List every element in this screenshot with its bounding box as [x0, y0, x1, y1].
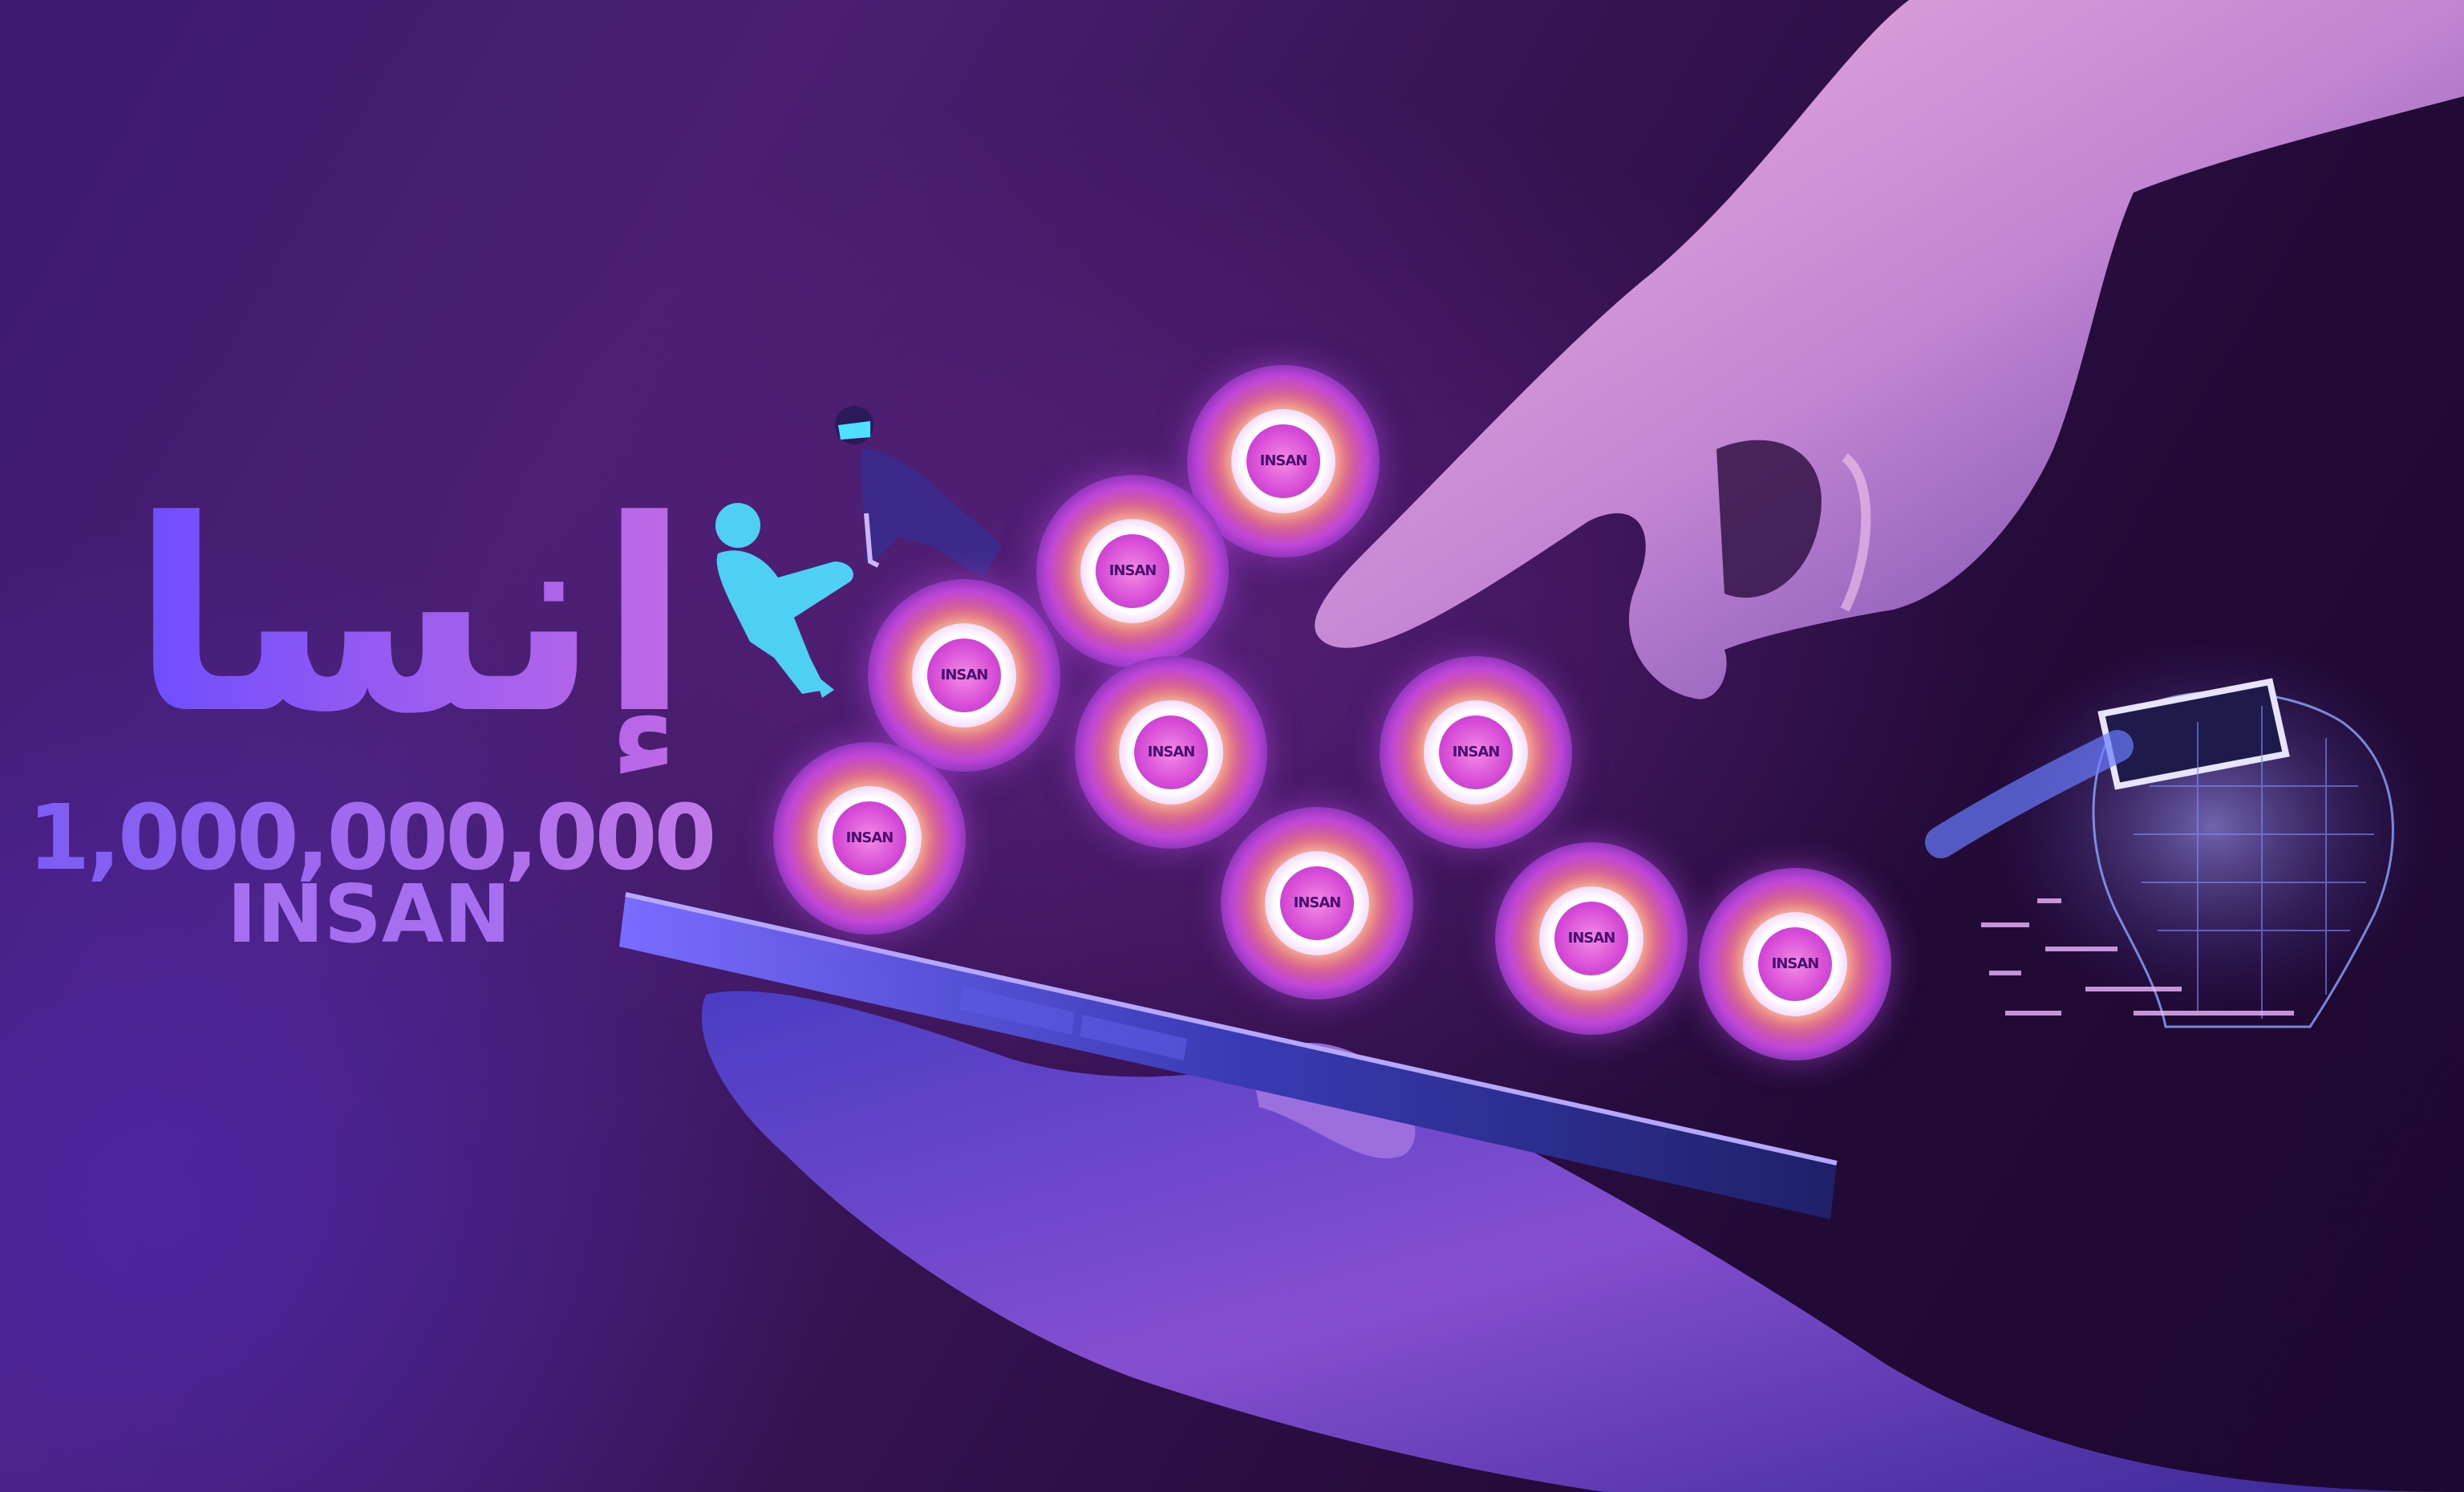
- coin-face: INSAN: [1080, 519, 1185, 623]
- banner-canvas: INSAN INSAN INSAN INSAN INSAN INSAN INSA…: [0, 0, 2464, 1492]
- coin-face: INSAN: [1119, 700, 1223, 805]
- coin-6: INSAN: [773, 742, 966, 935]
- coin-logo: INSAN: [1551, 898, 1631, 979]
- coin-logo: INSAN: [1131, 712, 1211, 793]
- arabic-brand-word: إنسان: [0, 449, 690, 786]
- vr-wireframe-head: [1925, 634, 2438, 1028]
- lower-hand: [701, 991, 2464, 1492]
- coin-8: INSAN: [1495, 842, 1688, 1035]
- coin-logo: INSAN: [924, 635, 1004, 716]
- coin-4: INSAN: [1075, 656, 1267, 849]
- coin-face: INSAN: [1265, 851, 1369, 955]
- coin-2: INSAN: [1036, 475, 1229, 667]
- coin-logo: INSAN: [829, 798, 910, 878]
- coin-9: INSAN: [1699, 868, 1891, 1060]
- coin-face: INSAN: [1424, 700, 1528, 805]
- coin-5: INSAN: [1380, 656, 1572, 849]
- coin-logo: INSAN: [1277, 863, 1357, 943]
- coin-face: INSAN: [1539, 886, 1643, 991]
- coin-face: INSAN: [912, 623, 1016, 728]
- coin-3: INSAN: [868, 579, 1060, 772]
- suited-figure: [835, 406, 1003, 578]
- coin-logo: INSAN: [1755, 924, 1835, 1004]
- upper-hand: [1315, 0, 2464, 699]
- coin-face: INSAN: [817, 786, 922, 890]
- coin-logo: INSAN: [1092, 531, 1173, 611]
- token-ticker: INSAN: [226, 867, 511, 961]
- coin-face: INSAN: [1231, 409, 1335, 513]
- coin-logo: INSAN: [1436, 712, 1516, 793]
- hologram-figure: [715, 503, 853, 698]
- coin-7: INSAN: [1221, 807, 1413, 999]
- coin-logo: INSAN: [1243, 421, 1323, 501]
- coin-face: INSAN: [1743, 912, 1847, 1016]
